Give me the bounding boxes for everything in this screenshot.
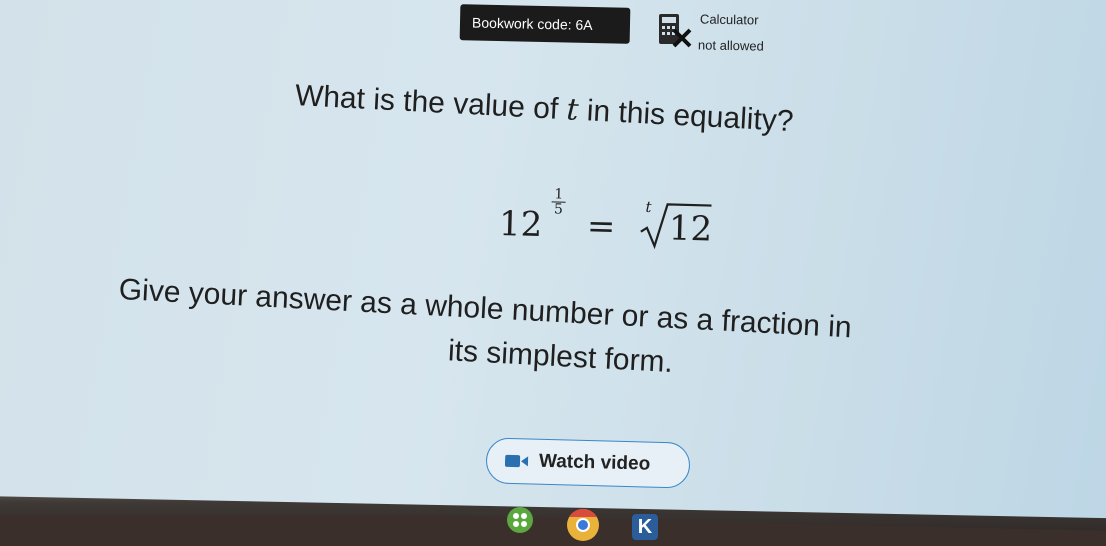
watch-video-button[interactable]: Watch video: [485, 437, 691, 489]
calculator-not-allowed-icon: [659, 14, 692, 48]
calculator-status: not allowed: [697, 37, 764, 54]
exponent-denominator: 5: [553, 201, 564, 218]
root-index: t: [645, 197, 652, 216]
question-text: What is the value of t in this equality?: [294, 78, 794, 139]
equation-exponent: 1 5: [551, 186, 566, 218]
watch-video-label: Watch video: [538, 450, 651, 475]
answer-instruction: Give your answer as a whole number or as…: [115, 268, 1098, 407]
k-app-letter: K: [637, 516, 653, 538]
k-app-icon[interactable]: K: [632, 514, 658, 540]
equation-base: 12: [498, 203, 543, 246]
bookwork-code-badge: Bookwork code: 6A: [459, 4, 631, 44]
exponent-numerator: 1: [551, 186, 566, 203]
chrome-icon[interactable]: [566, 508, 600, 542]
screen: Bookwork code: 6A Calculator not allowed…: [0, 0, 1106, 500]
calculator-label: Calculator: [699, 11, 759, 28]
video-camera-icon: [504, 454, 529, 468]
radicand: 12: [668, 208, 713, 250]
equals-sign: =: [586, 206, 616, 248]
launcher-icon[interactable]: [506, 506, 534, 534]
question-text-after: in this equality?: [577, 93, 795, 139]
question-text-before: What is the value of: [294, 78, 568, 127]
